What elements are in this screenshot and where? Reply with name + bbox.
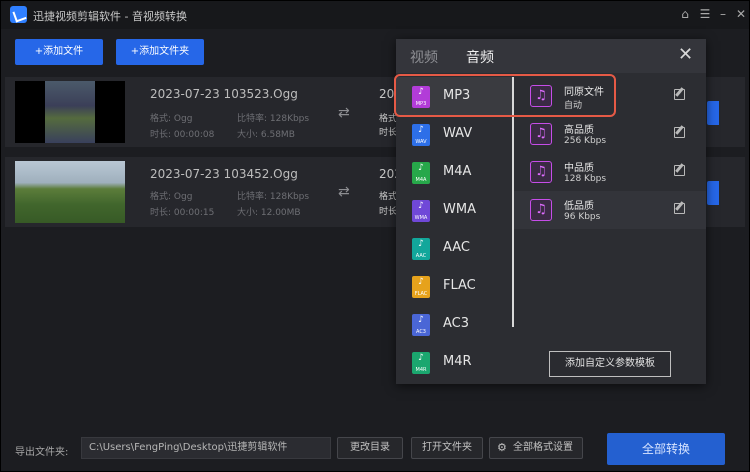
quality-item-medium[interactable]: ♫ 中品质 128 Kbps	[514, 153, 706, 191]
file-size: 大小: 12.00MB	[237, 208, 301, 218]
title-bar: 迅捷视频剪辑软件 - 音视频转换 ⌂ ☰ – ✕	[1, 1, 749, 29]
format-label: M4R	[443, 354, 472, 369]
minimize-icon[interactable]: –	[715, 6, 731, 22]
add-file-button[interactable]: +添加文件	[15, 39, 103, 65]
format-item-flac[interactable]: ♪ FLAC FLAC	[396, 267, 512, 305]
window-title: 迅捷视频剪辑软件 - 音视频转换	[33, 10, 187, 23]
file-format: 格式: Ogg	[150, 192, 193, 202]
quality-item-high[interactable]: ♫ 高品质 256 Kbps	[514, 115, 706, 153]
add-folder-button[interactable]: +添加文件夹	[116, 39, 204, 65]
quality-name: 高品质	[564, 125, 594, 136]
menu-icon[interactable]: ☰	[697, 6, 713, 22]
convert-all-button[interactable]: 全部转换	[607, 433, 725, 465]
quality-bitrate: 128 Kbps	[564, 174, 607, 184]
file-name: 2023-07-23 103452.Ogg	[150, 167, 298, 181]
format-item-m4a[interactable]: ♪ M4A M4A	[396, 153, 512, 191]
file-format: 格式: Ogg	[150, 114, 193, 124]
format-label: AAC	[443, 240, 470, 255]
open-folder-button[interactable]: 打开文件夹	[411, 437, 483, 459]
output-format: 格式	[379, 192, 396, 202]
m4a-file-icon: ♪ M4A	[412, 162, 430, 184]
tab-video[interactable]: 视频	[410, 47, 438, 67]
quality-bitrate: 96 Kbps	[564, 212, 601, 222]
format-item-m4r[interactable]: ♪ M4R M4R	[396, 343, 512, 381]
quality-name: 低品质	[564, 201, 594, 212]
edit-icon[interactable]	[674, 89, 685, 100]
all-format-settings-button[interactable]: ⚙ 全部格式设置	[489, 437, 583, 459]
music-note-icon: ♫	[530, 199, 552, 221]
format-list: ♪ MP3 MP3 ♪ WAV WAV ♪ M4A M4A ♪ WMA WMA ♪ AAC…	[396, 73, 512, 384]
file-bitrate: 比特率: 128Kbps	[237, 192, 310, 202]
format-label: M4A	[443, 164, 472, 179]
aac-file-icon: ♪ AAC	[412, 238, 430, 260]
wav-file-icon: ♪ WAV	[412, 124, 430, 146]
tab-audio[interactable]: 音频	[466, 47, 494, 67]
edit-icon[interactable]	[674, 127, 685, 138]
output-duration: 时长	[379, 207, 396, 217]
m4r-file-icon: ♪ M4R	[412, 352, 430, 374]
convert-arrow-icon: ⇄	[338, 105, 350, 121]
file-duration: 时长: 00:00:15	[150, 208, 215, 218]
home-icon[interactable]: ⌂	[677, 6, 693, 22]
format-item-wav[interactable]: ♪ WAV WAV	[396, 115, 512, 153]
music-note-icon: ♫	[530, 123, 552, 145]
export-folder-label: 导出文件夹:	[15, 447, 69, 458]
file-name: 2023-07-23 103523.Ogg	[150, 87, 298, 101]
convert-arrow-icon: ⇄	[338, 184, 350, 200]
quality-bitrate: 256 Kbps	[564, 136, 607, 146]
format-item-ac3[interactable]: ♪ AC3 AC3	[396, 305, 512, 343]
flac-file-icon: ♪ FLAC	[412, 276, 430, 298]
format-label: WAV	[443, 126, 473, 141]
convert-button[interactable]	[707, 181, 719, 205]
video-thumbnail	[15, 81, 125, 143]
gear-icon: ⚙	[497, 441, 507, 454]
output-duration: 时长	[379, 128, 396, 138]
add-custom-template-button[interactable]: 添加自定义参数模板	[549, 351, 671, 377]
change-directory-button[interactable]: 更改目录	[337, 437, 403, 459]
edit-icon[interactable]	[674, 203, 685, 214]
wma-file-icon: ♪ WMA	[412, 200, 430, 222]
app-logo-icon	[10, 6, 27, 23]
output-file-name: 202	[379, 167, 397, 181]
highlight-annotation	[394, 74, 616, 117]
format-label: AC3	[443, 316, 470, 331]
close-window-icon[interactable]: ✕	[733, 6, 749, 22]
format-label: FLAC	[443, 278, 476, 293]
edit-icon[interactable]	[674, 165, 685, 176]
close-icon[interactable]: ✕	[678, 45, 693, 65]
convert-button[interactable]	[707, 101, 719, 125]
format-label: WMA	[443, 202, 476, 217]
file-bitrate: 比特率: 128Kbps	[237, 114, 310, 124]
format-panel-header: 视频 音频 ✕	[396, 39, 706, 73]
format-item-aac[interactable]: ♪ AAC AAC	[396, 229, 512, 267]
ac3-file-icon: ♪ AC3	[412, 314, 430, 336]
file-size: 大小: 6.58MB	[237, 130, 295, 140]
quality-name: 中品质	[564, 163, 594, 174]
video-thumbnail	[15, 161, 125, 223]
format-item-wma[interactable]: ♪ WMA WMA	[396, 191, 512, 229]
file-duration: 时长: 00:00:08	[150, 130, 215, 140]
quality-item-low[interactable]: ♫ 低品质 96 Kbps	[514, 191, 706, 229]
all-format-settings-label: 全部格式设置	[513, 442, 573, 453]
export-path-field[interactable]: C:\Users\FengPing\Desktop\迅捷剪辑软件	[81, 437, 331, 459]
music-note-icon: ♫	[530, 161, 552, 183]
bottom-bar: 导出文件夹: C:\Users\FengPing\Desktop\迅捷剪辑软件 …	[1, 423, 749, 471]
